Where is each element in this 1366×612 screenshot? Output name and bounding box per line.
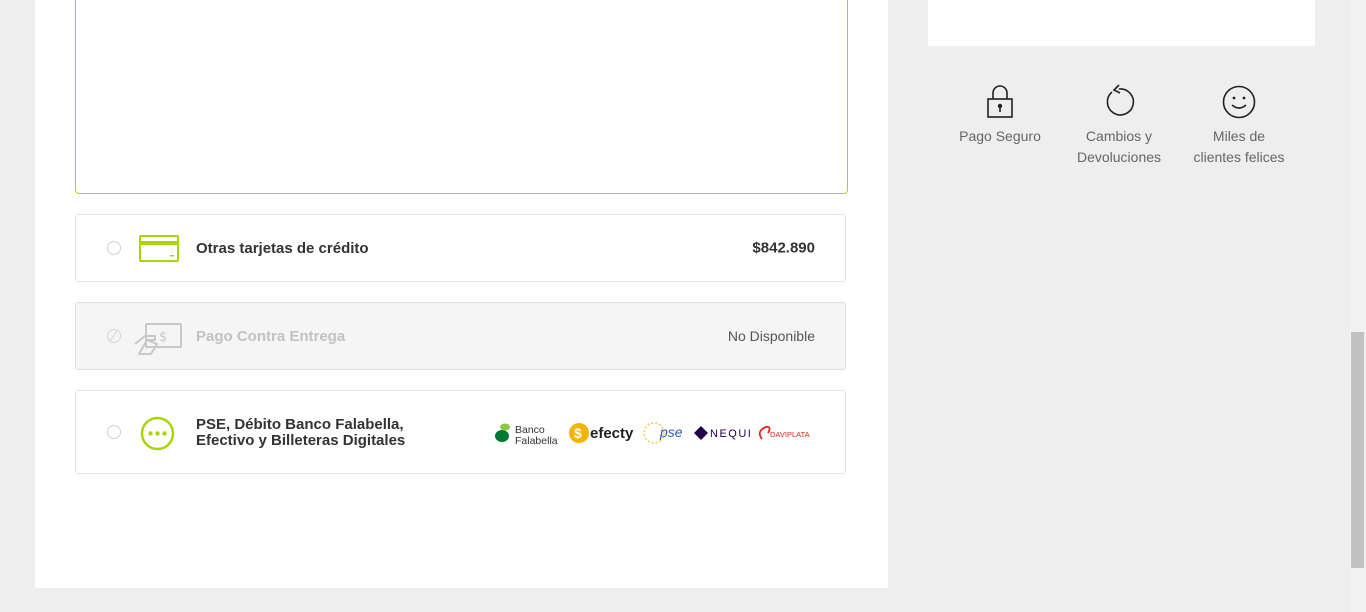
- payment-option-cash-on-delivery: $ Pago Contra Entrega No Disponible: [75, 302, 846, 370]
- option-title-line-2: Efectivo y Billeteras Digitales: [196, 432, 406, 449]
- payment-option-pse[interactable]: PSE, Débito Banco Falabella, Efectivo y …: [75, 390, 846, 474]
- radio-pse[interactable]: [107, 425, 121, 439]
- svg-text:$: $: [574, 425, 582, 441]
- feature-label-line-2: clientes felices: [1193, 149, 1285, 165]
- page-scrollbar[interactable]: [1349, 0, 1366, 612]
- more-options-icon: [140, 416, 175, 451]
- smiley-icon: [1222, 85, 1256, 119]
- scrollbar-thumb[interactable]: [1351, 332, 1364, 568]
- nequi-logo-text: NEQUI: [710, 428, 752, 440]
- efecty-logo: $ efecty: [569, 423, 634, 443]
- feature-label-line-2: Devoluciones: [1076, 149, 1162, 165]
- nequi-logo: NEQUI: [694, 426, 752, 440]
- option-title: Otras tarjetas de crédito: [196, 240, 369, 257]
- order-summary-card: [928, 0, 1315, 46]
- credit-card-icon: [139, 235, 179, 262]
- svg-text:$: $: [159, 330, 167, 345]
- radio-credit-card[interactable]: [107, 241, 121, 255]
- feature-label-line-1: Miles de: [1212, 128, 1266, 144]
- daviplata-logo: DAVIPLATA: [758, 425, 810, 440]
- option-price: $842.890: [752, 239, 815, 257]
- banco-falabella-logo: Banco Falabella: [495, 423, 558, 447]
- option-status: No Disponible: [727, 328, 815, 344]
- option-title: Pago Contra Entrega: [196, 328, 346, 345]
- feature-happy-clients: Miles de clientes felices: [1179, 84, 1299, 168]
- feature-label-line-1: Cambios y: [1085, 128, 1153, 144]
- return-arrow-icon: [1106, 84, 1135, 116]
- checkout-panel: Otras tarjetas de crédito $842.890 $ Pag…: [35, 0, 888, 588]
- feature-secure-payment: Pago Seguro: [940, 84, 1060, 147]
- cash-on-delivery-icon: $: [134, 323, 182, 355]
- feature-label: Pago Seguro: [959, 128, 1041, 144]
- feature-returns: Cambios y Devoluciones: [1059, 84, 1179, 168]
- efecty-logo-text: efecty: [590, 425, 634, 442]
- daviplata-logo-text: DAVIPLATA: [770, 430, 810, 439]
- pse-logo-text: pse: [659, 424, 683, 440]
- pse-logo: pse: [643, 422, 683, 444]
- option-title-line-1: PSE, Débito Banco Falabella,: [196, 416, 404, 433]
- payment-option-credit-card[interactable]: Otras tarjetas de crédito $842.890: [75, 214, 846, 282]
- payment-logos: Banco Falabella $ efecty pse NEQUI DAVIP…: [495, 422, 810, 447]
- card-form-box: [75, 0, 848, 194]
- falabella-logo-text: Falabella: [515, 435, 558, 447]
- radio-cash-on-delivery-disabled: [107, 329, 121, 343]
- padlock-icon: [987, 85, 1013, 118]
